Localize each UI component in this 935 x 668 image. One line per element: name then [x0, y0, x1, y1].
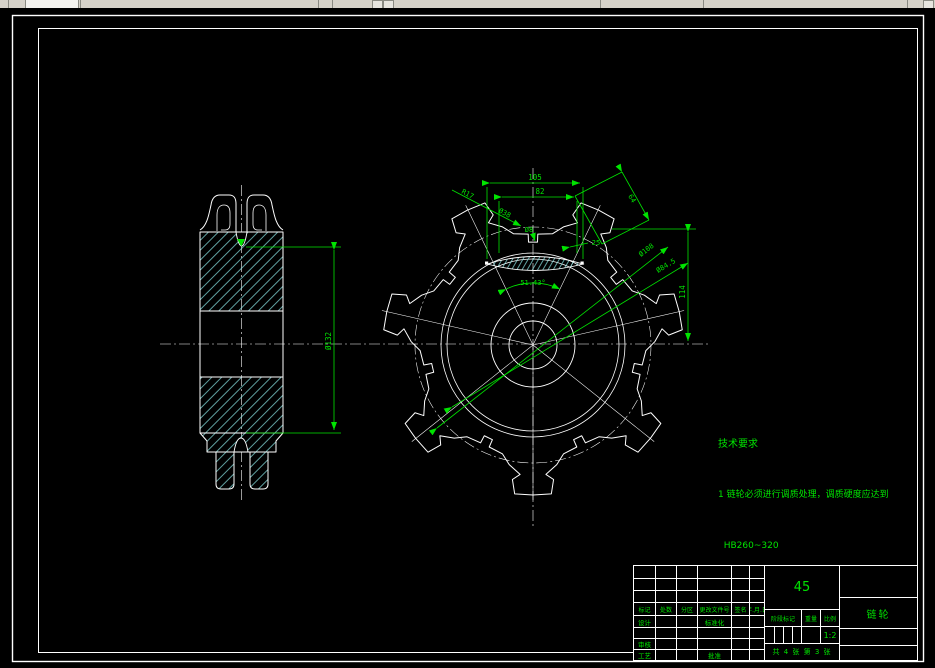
grip-point[interactable] [485, 261, 489, 265]
role-audit: 审核 [634, 639, 655, 649]
tech-requirement-line: 1 链轮必须进行调质处理，调质硬度应达到 [718, 490, 889, 500]
toolbar-field-fragment [25, 0, 79, 8]
side-view: Ø132 [199, 194, 341, 490]
dim-label-outer-width: 105 [528, 173, 542, 182]
header-zone: 分区 [677, 603, 697, 615]
header-scale: 比例 [821, 610, 839, 626]
role-design: 设计 [634, 616, 655, 627]
toolbar-separator [8, 0, 9, 8]
title-block: 标记 处数 分区 更改文件号 签名 年.月.日 设计 标准化 审核 工艺 批准 [633, 565, 918, 661]
centerlines [160, 168, 708, 527]
header-change-file: 更改文件号 [698, 603, 731, 615]
weight-value [802, 627, 820, 643]
tech-requirement-line: HB260~320 [718, 541, 779, 551]
header-count: 处数 [656, 603, 676, 615]
rim-flange-top-left [199, 194, 237, 232]
grip-point[interactable] [580, 261, 584, 265]
revision-cell [634, 566, 655, 578]
tech-requirements-title: 技术要求 [718, 439, 758, 450]
drawing-number-cell [840, 629, 917, 645]
rim-flange-bottom-left [215, 451, 235, 490]
dimension-pitch-dia-line [443, 262, 689, 414]
toolbar-separator [332, 0, 333, 8]
section-hatch-lower [199, 376, 284, 434]
toolbar-separator [907, 0, 908, 8]
scale-value: 1:2 [821, 627, 839, 643]
sheet-info: 共 4 张 第 3 张 [765, 644, 839, 660]
dim-label-notch: Ø8 [525, 226, 533, 234]
header-signature: 签名 [732, 603, 749, 615]
role-approve: 批准 [698, 650, 731, 660]
cad-application-window: Ø132 105 82 R17 Ø38 Ø8 25 64 114 Ø108 Ø8… [0, 0, 935, 668]
dimension-tooth-length [574, 163, 650, 245]
header-date: 年.月.日 [750, 603, 764, 615]
header-stage-mark: 阶段标记 [765, 610, 801, 626]
leader-tooth-offset [561, 242, 589, 252]
toolbar-separator [80, 0, 81, 8]
dim-label-tooth-length: 64 [626, 193, 637, 204]
dimension-outer-dia-line [428, 246, 669, 436]
material-value: 45 [765, 566, 839, 609]
dim-label-tooth-offset: 25 [592, 239, 600, 247]
dim-label-height: 114 [678, 285, 687, 299]
dim-label-outer-dia: Ø108 [637, 242, 655, 259]
drawing-canvas[interactable]: Ø132 105 82 R17 Ø38 Ø8 25 64 114 Ø108 Ø8… [0, 8, 935, 668]
header-mark: 标记 [634, 603, 655, 615]
dim-label-inner-width: 82 [535, 187, 544, 196]
toolbar-separator [600, 0, 601, 8]
dimension-inner-width [494, 194, 578, 253]
dim-label-hub-diameter: Ø132 [324, 332, 333, 350]
title-block-revision-section: 标记 处数 分区 更改文件号 签名 年.月.日 设计 标准化 审核 工艺 批准 [634, 566, 764, 660]
toolbar-separator [318, 0, 319, 8]
front-view: 105 82 R17 Ø38 Ø8 25 64 114 Ø108 Ø84.5 5… [379, 163, 696, 502]
toolbar-separator [703, 0, 704, 8]
part-name: 链轮 [840, 598, 917, 628]
role-process: 工艺 [634, 650, 655, 660]
rim-flange-top-right [246, 194, 284, 232]
dim-label-tooth-radius: R17 [460, 188, 475, 201]
dim-label-pitch-angle: 51.43° [520, 279, 545, 287]
header-weight: 重量 [802, 610, 820, 626]
title-block-middle-section: 45 阶段标记 重量 比例 1:2 共 4 张 第 3 张 [765, 566, 839, 660]
rim-flange-bottom-right [249, 451, 269, 490]
company-cell [840, 566, 917, 597]
role-standardize: 标准化 [698, 616, 731, 627]
title-block-right-section: 链轮 [840, 566, 917, 660]
